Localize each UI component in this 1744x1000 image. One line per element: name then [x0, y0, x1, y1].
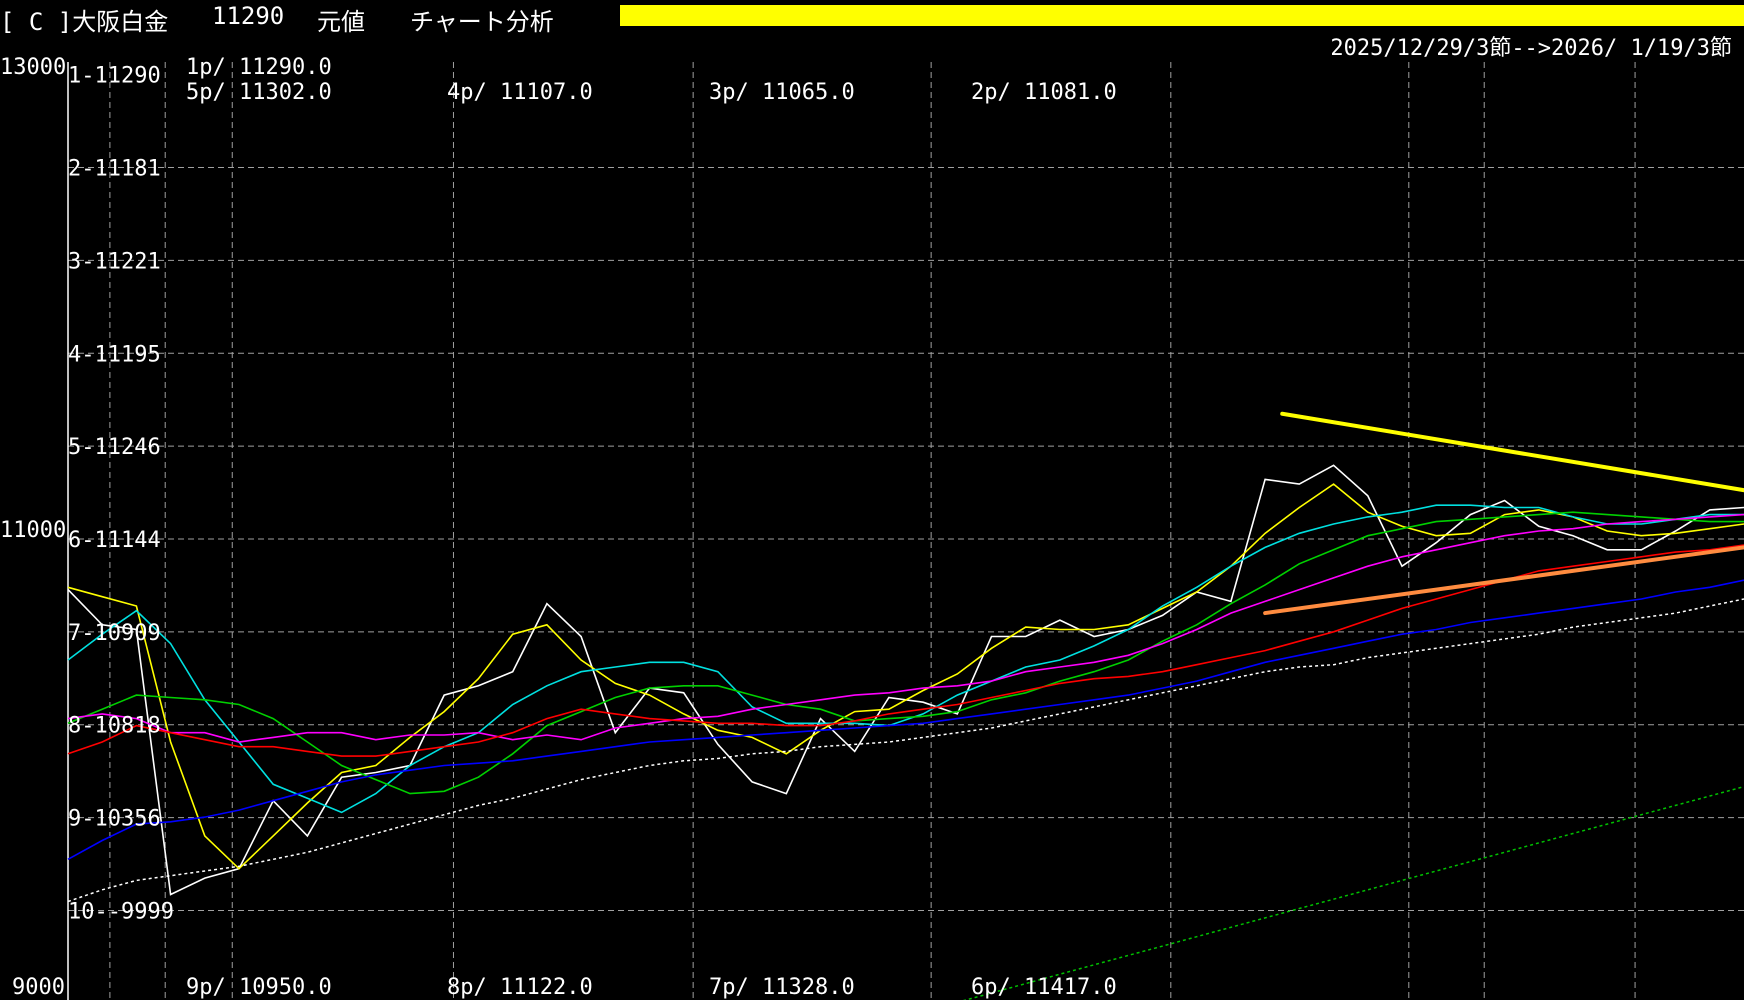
row-label: 3-11221: [68, 249, 161, 274]
row-label: 5-11246: [68, 435, 161, 460]
series-line-8: [962, 785, 1744, 1000]
y-axis-label-bottom: 9000: [12, 975, 65, 1000]
date-range-label: 2025/12/29/3節-->2026/ 1/19/3節: [1330, 36, 1732, 61]
y-axis-label-mid: 11000: [0, 518, 66, 543]
symbol-label: [ C ]大阪白金: [0, 8, 169, 36]
row-label: 6-11144: [68, 528, 161, 553]
vertical-grid: [109, 62, 1636, 1000]
period-label: 4p/ 11107.0: [447, 80, 593, 105]
series-line-0: [67, 464, 1744, 896]
series-line-4: [67, 513, 1744, 743]
row-label: 4-11195: [68, 342, 161, 367]
resistance-trendline[interactable]: [1280, 411, 1744, 496]
series-line-3: [67, 511, 1744, 795]
period-label: 9p/ 10950.0: [186, 975, 332, 1000]
period-label: 1p/ 11290.0: [186, 55, 332, 80]
y-axis-label-top: 13000: [0, 55, 66, 80]
period-label: 5p/ 11302.0: [186, 80, 332, 105]
period-label: 6p/ 11417.0: [971, 975, 1117, 1000]
period-label: 3p/ 11065.0: [709, 80, 855, 105]
row-label: 10--9999: [68, 899, 174, 924]
row-label: 1-11290: [68, 64, 161, 89]
row-label: 9-10356: [68, 807, 161, 832]
horizontal-grid: [68, 167, 1744, 911]
period-label: 2p/ 11081.0: [971, 80, 1117, 105]
series-layer: [67, 464, 1744, 1000]
row-label: 8-10818: [68, 714, 161, 739]
price-label: 11290: [212, 2, 285, 30]
mode-label: チャート分析: [410, 8, 554, 36]
period-label: 7p/ 11328.0: [709, 975, 855, 1000]
series-line-1: [67, 483, 1744, 870]
price-type-label: 元値: [317, 8, 365, 36]
row-label: 7-10909: [68, 621, 161, 646]
series-line-2: [67, 504, 1744, 814]
highlight-bar: [620, 5, 1744, 26]
chart-canvas[interactable]: 13000 11000 9000 1-11290 2-11181 3-11221 4-…: [0, 0, 1744, 1000]
period-label: 8p/ 11122.0: [447, 975, 593, 1000]
title-bar: [ C ]大阪白金 11290 元値 チャート分析: [0, 0, 1744, 36]
row-label: 2-11181: [68, 157, 161, 182]
trendline-layer[interactable]: [1263, 411, 1744, 616]
